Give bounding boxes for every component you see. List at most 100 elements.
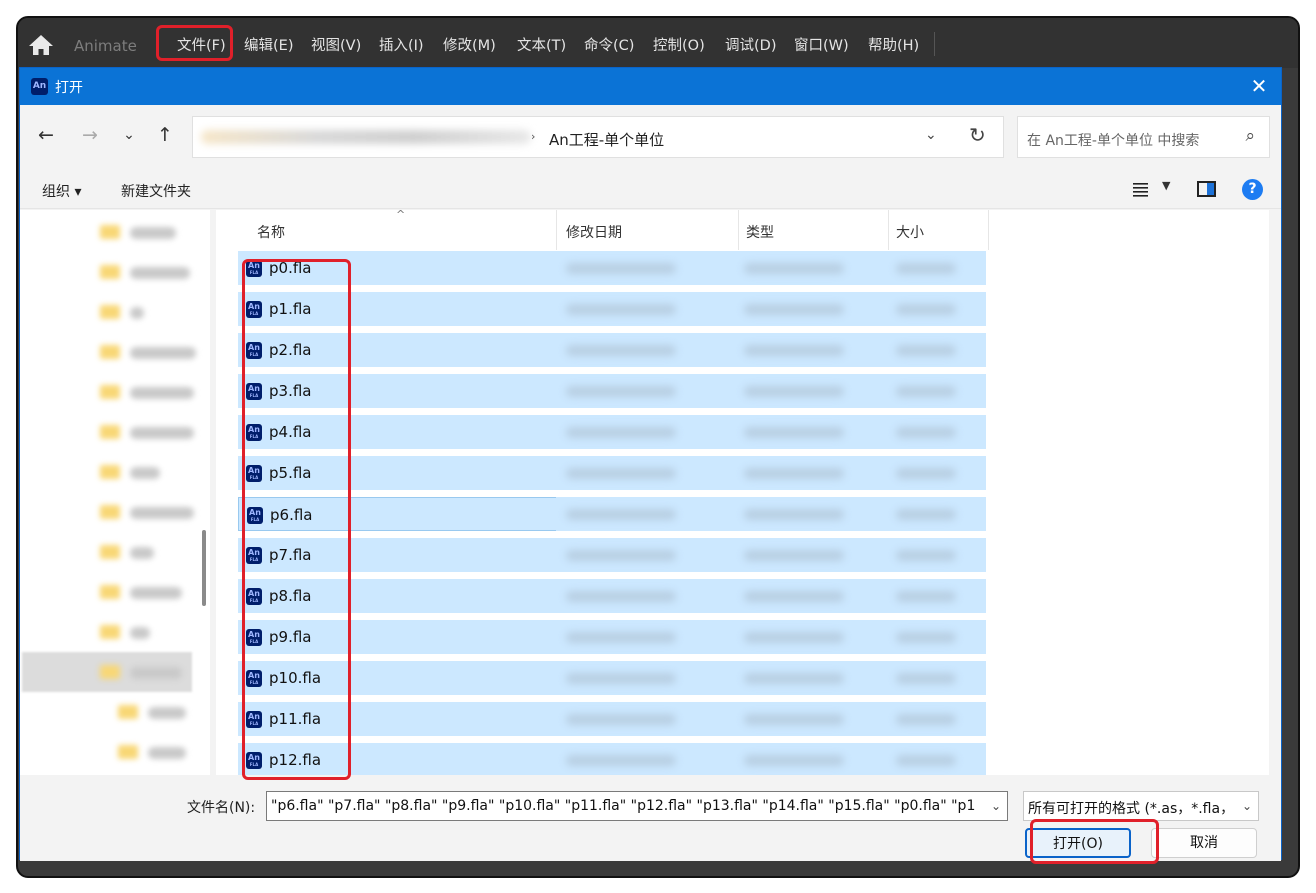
menu-item-10[interactable]: 帮助(H) (868, 34, 919, 55)
back-arrow-icon[interactable]: ← (34, 123, 58, 147)
file-name[interactable]: p11.fla (269, 710, 321, 728)
menu-item-4[interactable]: 修改(M) (443, 34, 496, 55)
file-name[interactable]: p4.fla (269, 423, 311, 441)
menu-item-0[interactable]: 文件(F) (177, 34, 226, 55)
search-icon[interactable]: ⌕ (1245, 126, 1255, 146)
up-arrow-icon[interactable]: ↑ (153, 123, 177, 147)
menu-item-7[interactable]: 控制(O) (653, 34, 705, 55)
nav-tree-item[interactable] (36, 252, 196, 292)
filename-dropdown-icon[interactable]: ⌄ (985, 792, 1007, 820)
nav-tree-item[interactable] (36, 492, 196, 532)
organize-button[interactable]: 组织 ▾ (42, 181, 81, 201)
help-icon[interactable]: ? (1242, 179, 1263, 200)
file-name[interactable]: p0.fla (269, 259, 311, 277)
view-list-icon[interactable] (1130, 179, 1152, 199)
nav-pane-scrollbar[interactable] (202, 530, 206, 606)
menu-item-8[interactable]: 调试(D) (725, 34, 776, 55)
menu-item-2[interactable]: 视图(V) (311, 34, 361, 55)
file-row[interactable]: An FLA p7.fla (238, 538, 558, 572)
refresh-icon[interactable]: ↻ (969, 123, 993, 151)
nav-tree-item[interactable] (36, 412, 196, 452)
file-row[interactable]: An FLA p6.fla (238, 497, 558, 531)
search-box[interactable]: 在 An工程-单个单位 中搜索 ⌕ (1017, 116, 1270, 158)
file-row[interactable]: An FLA p4.fla (238, 415, 558, 449)
file-row-details-blurred[interactable] (556, 743, 986, 775)
nav-tree-item[interactable] (36, 572, 196, 612)
column-divider[interactable] (988, 210, 989, 250)
column-divider[interactable] (738, 210, 739, 250)
nav-tree-item[interactable] (36, 332, 196, 372)
filename-input[interactable]: "p6.fla" "p7.fla" "p8.fla" "p9.fla" "p10… (266, 791, 1008, 821)
nav-tree-item[interactable] (36, 372, 196, 412)
filename-value[interactable]: "p6.fla" "p7.fla" "p8.fla" "p9.fla" "p10… (271, 798, 975, 814)
file-row[interactable]: An FLA p9.fla (238, 620, 558, 654)
file-name[interactable]: p3.fla (269, 382, 311, 400)
file-name[interactable]: p9.fla (269, 628, 311, 646)
file-row-details-blurred[interactable] (556, 497, 986, 531)
column-header-name[interactable]: 名称 (257, 222, 285, 242)
file-name[interactable]: p6.fla (270, 506, 312, 524)
recent-locations-chevron-icon[interactable]: ⌄ (117, 123, 141, 147)
view-options-dropdown-icon[interactable]: ▼ (1162, 179, 1170, 192)
nav-tree-item[interactable] (36, 292, 196, 332)
filetype-value[interactable]: 所有可打开的格式 (*.as，*.fla， (1028, 798, 1234, 818)
file-row-details-blurred[interactable] (556, 579, 986, 613)
menu-item-1[interactable]: 编辑(E) (244, 34, 293, 55)
file-row[interactable]: An FLA p2.fla (238, 333, 558, 367)
menu-item-9[interactable]: 窗口(W) (794, 34, 849, 55)
column-header-type[interactable]: 类型 (746, 222, 774, 242)
cancel-button[interactable]: 取消 (1151, 828, 1257, 858)
file-row[interactable]: An FLA p0.fla (238, 251, 558, 285)
nav-tree-item-selected[interactable] (22, 652, 192, 692)
file-row[interactable]: An FLA p1.fla (238, 292, 558, 326)
file-name[interactable]: p7.fla (269, 546, 311, 564)
file-row[interactable]: An FLA p3.fla (238, 374, 558, 408)
new-folder-button[interactable]: 新建文件夹 (121, 181, 191, 201)
file-row[interactable]: An FLA p12.fla (238, 743, 558, 775)
file-name[interactable]: p8.fla (269, 587, 311, 605)
file-row-details-blurred[interactable] (556, 538, 986, 572)
column-header-modified[interactable]: 修改日期 (566, 222, 622, 242)
filetype-select[interactable]: 所有可打开的格式 (*.as，*.fla， ⌄ (1023, 791, 1259, 821)
file-row[interactable]: An FLA p11.fla (238, 702, 558, 736)
home-icon[interactable] (28, 34, 54, 56)
nav-tree-item[interactable] (36, 732, 196, 772)
column-divider[interactable] (888, 210, 889, 250)
file-name[interactable]: p10.fla (269, 669, 321, 687)
file-name[interactable]: p12.fla (269, 751, 321, 769)
column-divider[interactable] (556, 210, 557, 250)
search-placeholder[interactable]: 在 An工程-单个单位 中搜索 (1027, 130, 1199, 150)
file-row-details-blurred[interactable] (556, 374, 986, 408)
file-row[interactable]: An FLA p8.fla (238, 579, 558, 613)
menu-item-3[interactable]: 插入(I) (379, 34, 424, 55)
file-row-details-blurred[interactable] (556, 333, 986, 367)
file-row-details-blurred[interactable] (556, 251, 986, 285)
nav-tree-item[interactable] (36, 692, 196, 732)
menu-item-5[interactable]: 文本(T) (517, 34, 566, 55)
nav-tree-item[interactable] (36, 452, 196, 492)
file-row-details-blurred[interactable] (556, 661, 986, 695)
file-name[interactable]: p2.fla (269, 341, 311, 359)
file-row-details-blurred[interactable] (556, 702, 986, 736)
nav-tree-item[interactable] (36, 612, 196, 652)
file-name[interactable]: p5.fla (269, 464, 311, 482)
close-icon[interactable]: ✕ (1247, 74, 1271, 98)
filetype-dropdown-icon[interactable]: ⌄ (1236, 792, 1258, 820)
open-button[interactable]: 打开(O) (1025, 828, 1131, 858)
preview-pane-icon[interactable] (1197, 181, 1216, 197)
file-row[interactable]: An FLA p10.fla (238, 661, 558, 695)
forward-arrow-icon[interactable]: → (78, 123, 102, 147)
current-folder[interactable]: An工程-单个单位 (549, 129, 664, 150)
menu-item-6[interactable]: 命令(C) (584, 34, 634, 55)
file-row-details-blurred[interactable] (556, 415, 986, 449)
file-name[interactable]: p1.fla (269, 300, 311, 318)
file-row-details-blurred[interactable] (556, 456, 986, 490)
file-row-details-blurred[interactable] (556, 292, 986, 326)
nav-tree-item[interactable] (36, 532, 196, 572)
column-header-size[interactable]: 大小 (896, 222, 924, 242)
address-dropdown-icon[interactable]: ⌄ (925, 127, 945, 147)
file-row[interactable]: An FLA p5.fla (238, 456, 558, 490)
file-row-details-blurred[interactable] (556, 620, 986, 654)
address-bar[interactable]: › An工程-单个单位 ⌄ ↻ (192, 116, 1004, 158)
nav-tree-item[interactable] (36, 212, 196, 252)
